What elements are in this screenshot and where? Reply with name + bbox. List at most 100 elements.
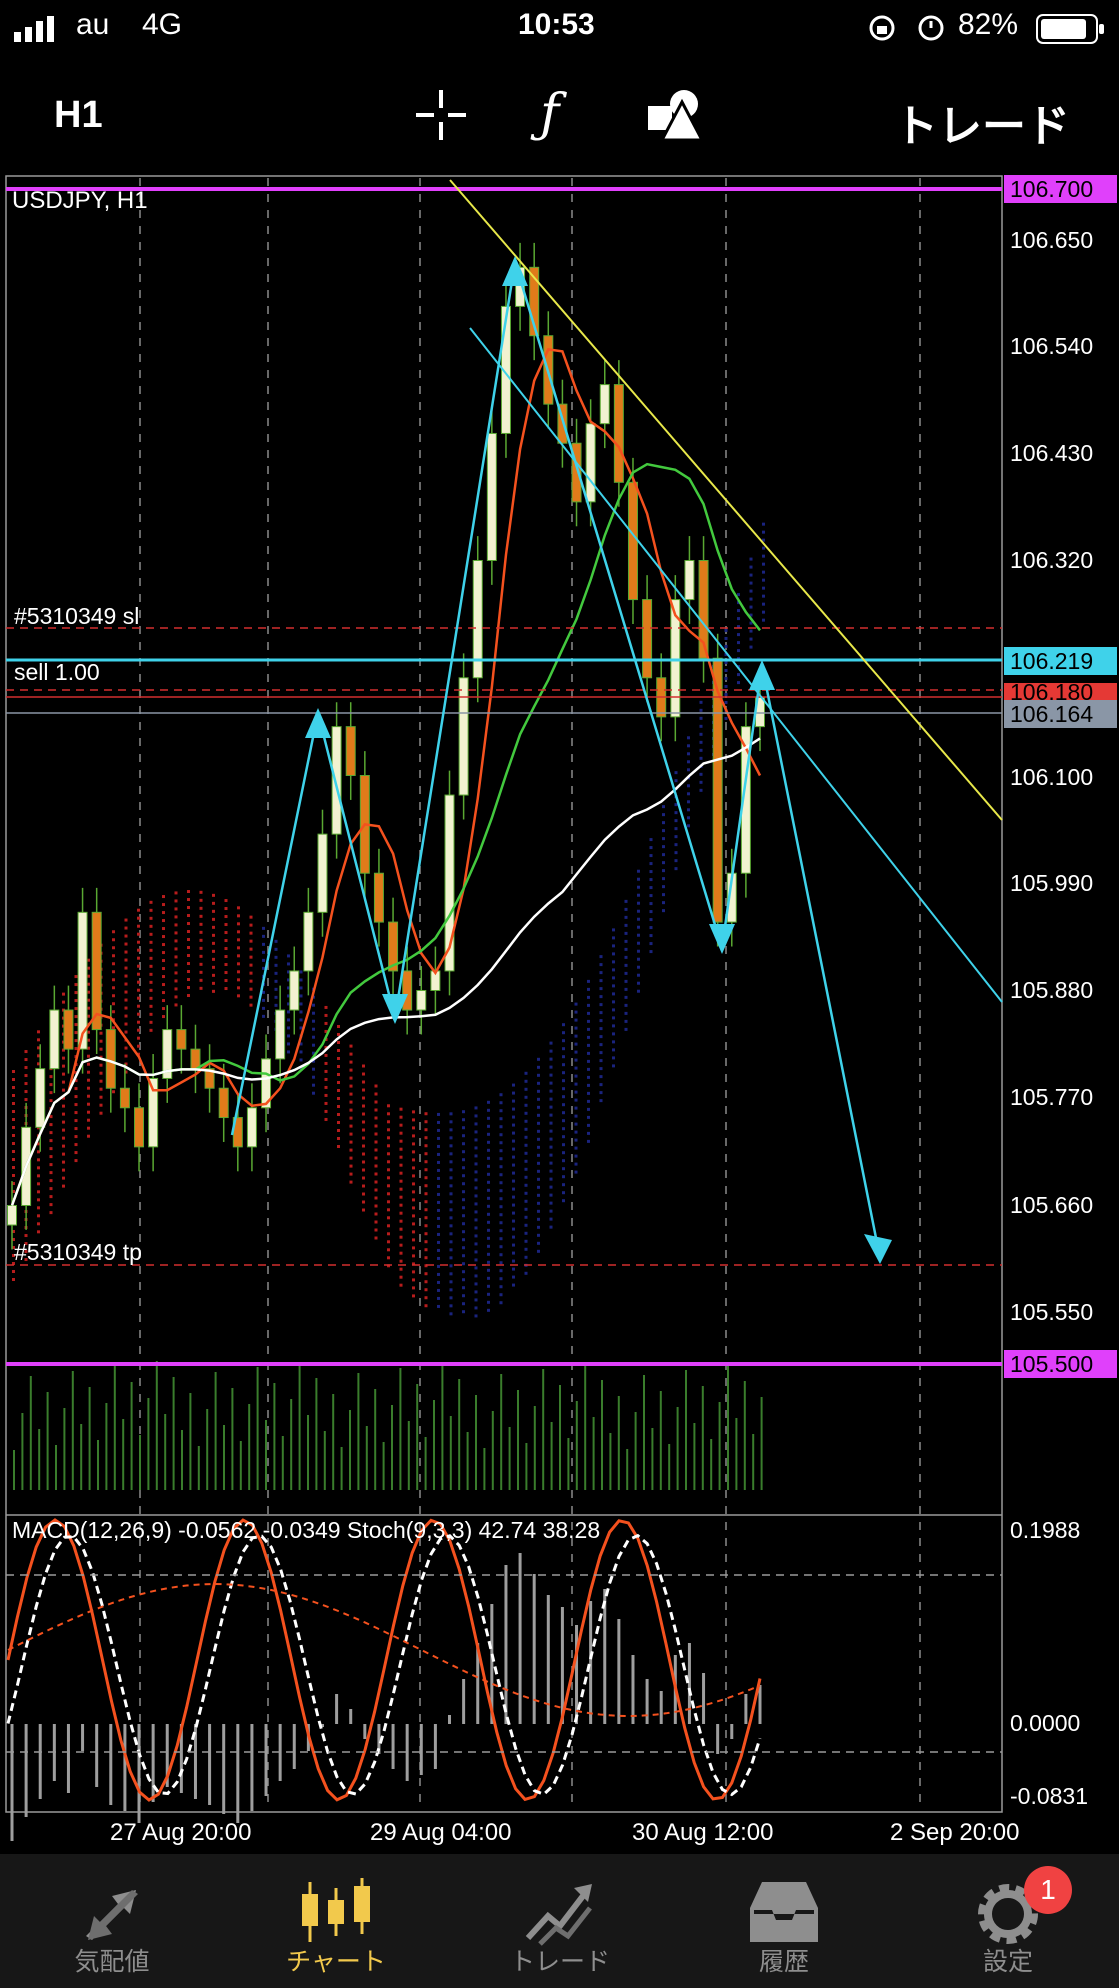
cloud-dot: [137, 972, 140, 976]
cloud-dot: [487, 1268, 490, 1272]
shapes-icon[interactable]: [646, 86, 704, 142]
cloud-dot: [412, 1110, 415, 1114]
price-tag-top: 106.700: [1004, 175, 1117, 203]
nav-chart[interactable]: チャート: [224, 1854, 448, 1988]
cloud-dot: [387, 1176, 390, 1180]
cloud-dot: [337, 1096, 340, 1100]
cloud-dot: [199, 954, 203, 958]
cloud-dot: [524, 1127, 528, 1131]
svg-text:105.660: 105.660: [1010, 1192, 1093, 1218]
cloud-dot: [487, 1100, 490, 1104]
price-chart[interactable]: USDJPY, H1 #5310349 sl sell 1.00 #531034…: [0, 174, 1119, 1854]
cloud-dot: [62, 1168, 65, 1172]
cloud-dot: [499, 1237, 503, 1241]
cloud-dot: [124, 1014, 128, 1018]
cloud-dot: [74, 999, 78, 1003]
cloud-dot: [574, 1082, 578, 1086]
price-tag-bottom: 105.500: [1004, 1350, 1117, 1378]
cloud-dot: [474, 1202, 478, 1206]
cloud-dot: [462, 1158, 465, 1162]
macd-label: MACD(12,26,9) -0.0562 -0.0349 Stoch(9,3,…: [12, 1517, 600, 1543]
timeframe-button[interactable]: H1: [54, 94, 103, 137]
cloud-dot: [462, 1134, 465, 1138]
cloud-dot: [12, 1270, 15, 1273]
cloud-dot: [162, 1015, 165, 1019]
cloud-dot: [549, 1065, 553, 1069]
cloud-dot: [524, 1103, 528, 1107]
cloud-dot: [512, 1147, 515, 1151]
cloud-dot: [662, 869, 665, 873]
cloud-dot: [637, 973, 640, 977]
nav-history[interactable]: 履歴: [672, 1854, 896, 1988]
cloud-dot: [424, 1232, 428, 1236]
cloud-dot: [574, 1074, 578, 1078]
cloud-dot: [337, 1088, 340, 1092]
cloud-dot: [249, 971, 253, 975]
cloud-dot: [199, 914, 203, 918]
cloud-dot: [687, 816, 690, 820]
candle: [35, 1068, 46, 1128]
cloud-dot: [449, 1112, 453, 1116]
cloud-dot: [462, 1182, 465, 1186]
cloud-dot: [512, 1187, 515, 1191]
cloud-dot: [87, 1126, 90, 1130]
cloud-dot: [612, 1040, 615, 1044]
function-icon[interactable]: ƒ: [540, 84, 559, 144]
cloud-dot: [562, 1063, 565, 1067]
nav-quotes[interactable]: 気配値: [0, 1854, 224, 1988]
cloud-dot: [612, 952, 615, 956]
cloud-dot: [449, 1200, 453, 1204]
cloud-dot: [224, 987, 228, 991]
cloud-dot: [487, 1164, 490, 1168]
cloud-dot: [287, 1042, 290, 1046]
clock: 10:53: [518, 8, 595, 41]
cloud-dot: [212, 933, 215, 937]
chart-canvas[interactable]: USDJPY, H1 #5310349 sl sell 1.00 #531034…: [0, 174, 1119, 1854]
cloud-dot: [462, 1230, 465, 1234]
crosshair-icon[interactable]: [414, 88, 468, 142]
cloud-dot: [387, 1104, 390, 1108]
cloud-dot: [174, 915, 178, 919]
drawn-arrows[interactable]: [230, 261, 882, 1259]
cloud-dot: [199, 962, 203, 966]
cloud-dot: [474, 1306, 478, 1310]
cloud-dot: [762, 586, 765, 590]
cloud-dot: [49, 1115, 53, 1119]
cloud-dot: [399, 1259, 403, 1263]
cloud-dot: [312, 1083, 315, 1087]
nav-trade[interactable]: トレード: [448, 1854, 672, 1988]
cloud-dot: [549, 1049, 553, 1053]
stoch-k-line: [6, 1518, 762, 1802]
svg-text:106.540: 106.540: [1010, 333, 1093, 359]
cloud-dot: [524, 1167, 528, 1171]
cloud-dot: [449, 1296, 453, 1300]
chart-toolbar: H1 ƒ トレード: [0, 56, 1119, 174]
svg-text:106.430: 106.430: [1010, 440, 1093, 466]
cloud-dot: [624, 987, 628, 991]
cloud-dot: [24, 1234, 28, 1238]
cloud-dot: [12, 1158, 15, 1161]
nav-settings[interactable]: 設定: [896, 1854, 1119, 1988]
cloud-dot: [674, 779, 678, 783]
trade-button[interactable]: トレード: [894, 90, 1070, 154]
cloud-dot: [499, 1269, 503, 1273]
cloud-dot: [362, 1200, 365, 1204]
cloud-dot: [524, 1231, 528, 1235]
cloud-dot: [249, 915, 253, 919]
cloud-dot: [524, 1215, 528, 1219]
cloud-dot: [487, 1212, 490, 1216]
cloud-dot: [562, 1143, 565, 1147]
cloud-dot: [624, 907, 628, 911]
cloud-dot: [537, 1089, 540, 1093]
cloud-dot: [49, 1147, 53, 1151]
cloud-dot: [249, 931, 253, 935]
cloud-dot: [649, 910, 653, 914]
cloud-dot: [749, 573, 753, 577]
cloud-dot: [562, 1151, 565, 1155]
cloud-dot: [162, 927, 165, 931]
cloud-dot: [74, 1031, 78, 1035]
cloud-dot: [162, 935, 165, 939]
cloud-dot: [249, 947, 253, 951]
cloud-dot: [312, 1003, 315, 1007]
cloud-dot: [449, 1168, 453, 1172]
